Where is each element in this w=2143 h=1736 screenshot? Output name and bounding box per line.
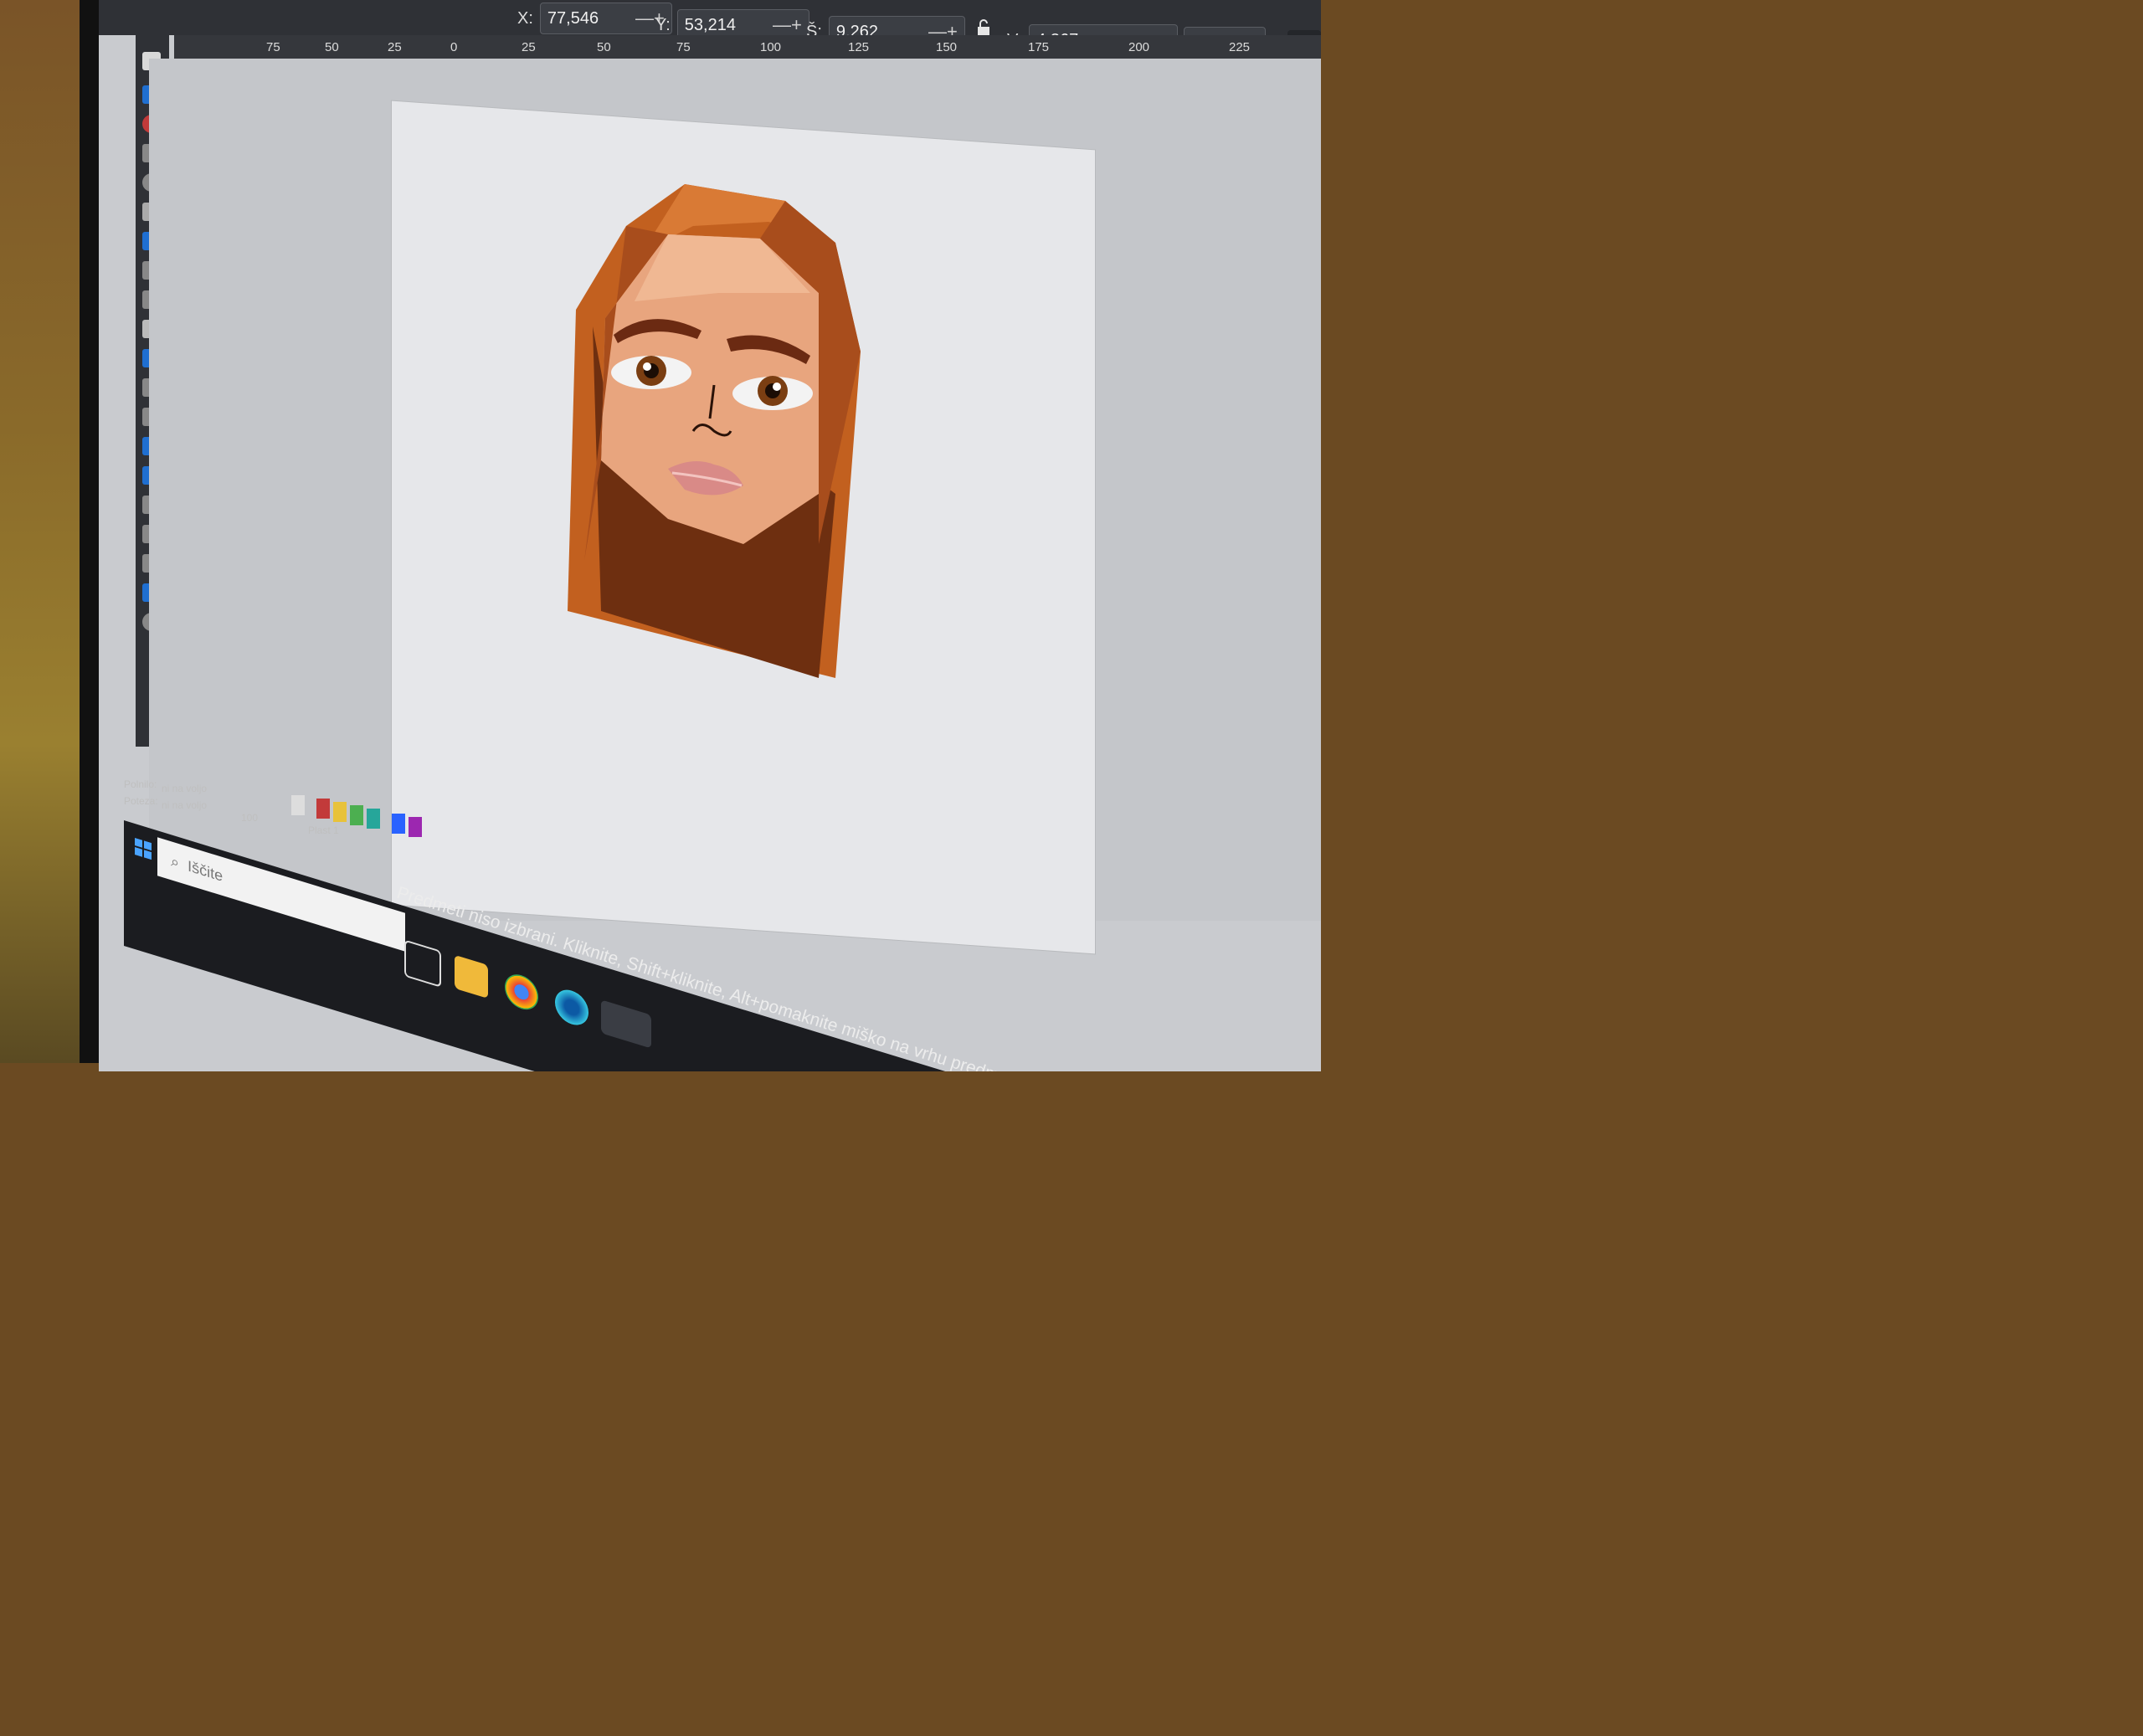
swatch[interactable]: [316, 799, 330, 819]
ruler-label: 0: [450, 40, 458, 54]
screen: X: 77,546—+ Y: 53,214—+ Š: 9,262—+ V: 4,…: [99, 0, 1321, 1071]
y-label: Y:: [655, 15, 671, 34]
ruler-label: 150: [936, 40, 958, 54]
ruler-label: 125: [848, 40, 870, 54]
tool-controls-bar: X: 77,546—+ Y: 53,214—+ Š: 9,262—+ V: 4,…: [99, 0, 1321, 56]
file-explorer-icon[interactable]: [455, 954, 488, 999]
lock-icon[interactable]: [974, 18, 993, 37]
fill-value: ni na voljo: [162, 783, 208, 794]
color-palette: Polnilo: Poteza: ni na voljo ni na voljo…: [124, 762, 1321, 837]
search-icon: ⌕: [171, 851, 180, 871]
ruler-label: 100: [760, 40, 782, 54]
stroke-label: Poteza:: [124, 795, 158, 807]
inkscape-icon[interactable]: [601, 999, 651, 1049]
task-view-icon[interactable]: [404, 939, 441, 988]
left-eye-highlight: [643, 362, 651, 371]
right-eye-highlight: [773, 383, 781, 391]
stroke-value: ni na voljo: [162, 799, 208, 811]
x-field[interactable]: X: 77,546 —+: [517, 2, 672, 35]
ruler-label: 175: [1028, 40, 1050, 54]
ruler-label: 75: [676, 40, 691, 54]
chrome-icon[interactable]: [505, 970, 538, 1014]
fill-label: Polnilo:: [124, 778, 157, 790]
layer-name[interactable]: Plast 1: [308, 824, 339, 836]
y-stepper[interactable]: —+: [773, 14, 802, 36]
swatch[interactable]: [350, 805, 363, 825]
swatch[interactable]: [333, 802, 347, 822]
windows-icon[interactable]: [134, 837, 152, 861]
y-value[interactable]: 53,214: [685, 16, 736, 35]
swatch[interactable]: [409, 817, 422, 837]
ruler-label: 50: [597, 40, 611, 54]
x-value[interactable]: 77,546: [547, 9, 599, 28]
ruler-label: 225: [1229, 40, 1251, 54]
opacity-value[interactable]: 100: [241, 812, 258, 824]
ruler-label: 25: [522, 40, 536, 54]
edge-icon[interactable]: [555, 985, 588, 1030]
cartoon-portrait[interactable]: [568, 176, 919, 695]
swatch[interactable]: [367, 809, 380, 829]
swatch[interactable]: [291, 795, 305, 815]
search-placeholder: Iščite: [188, 856, 224, 885]
ruler-label: 25: [388, 40, 402, 54]
ruler-label: 75: [266, 40, 280, 54]
x-label: X:: [517, 8, 533, 28]
swatch[interactable]: [392, 814, 405, 834]
ruler-label: 50: [325, 40, 339, 54]
ruler-label: 200: [1128, 40, 1150, 54]
